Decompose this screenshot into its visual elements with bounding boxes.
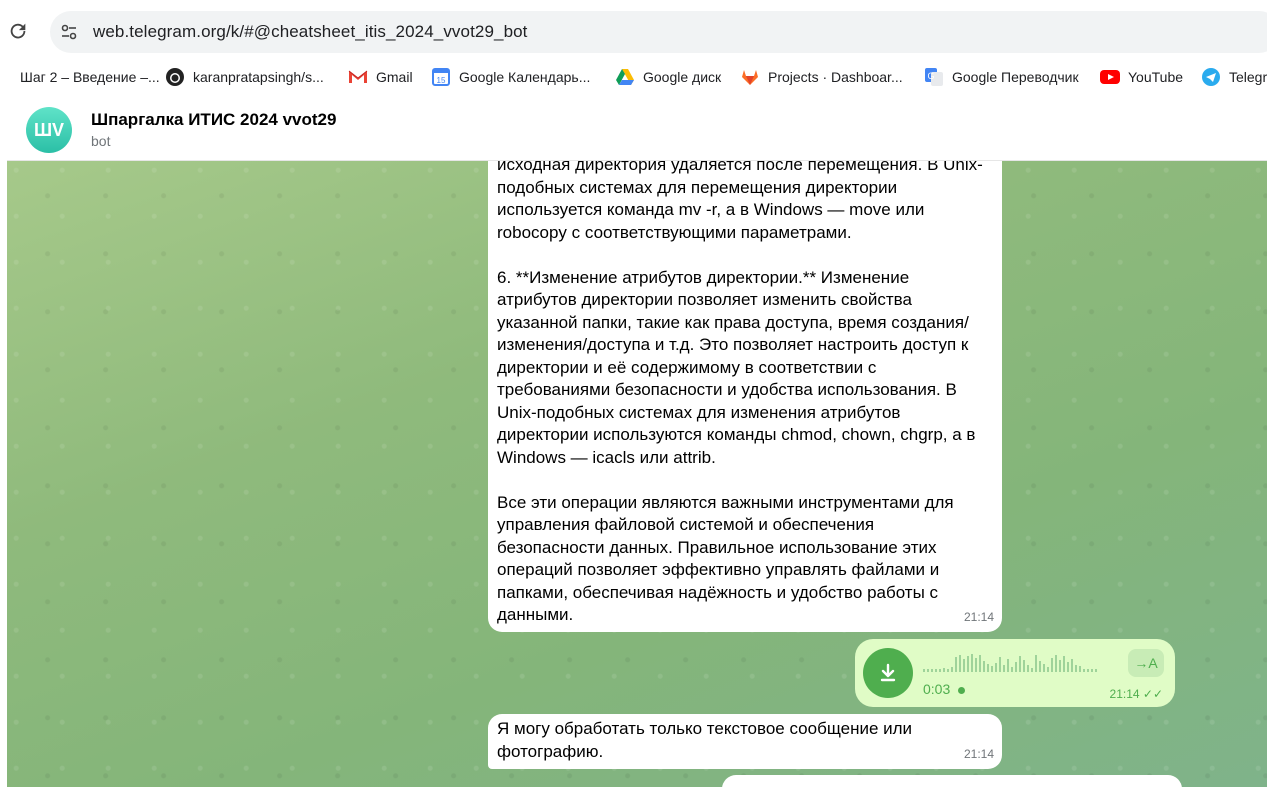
bookmark-github[interactable]: karanpratapsingh/s...	[165, 62, 324, 92]
bookmarks-bar: Шаг 2 – Введение –... karanpratapsingh/s…	[0, 62, 1267, 98]
avatar[interactable]: ШV	[26, 107, 72, 153]
message-time: 21:14	[963, 609, 994, 624]
outgoing-message-partial[interactable]	[722, 775, 1182, 787]
voice-duration: 0:03	[923, 681, 951, 697]
transcribe-button[interactable]: →A	[1128, 649, 1164, 677]
double-check-icon: ✓✓	[1142, 687, 1163, 701]
bookmark-label: karanpratapsingh/s...	[193, 69, 324, 85]
incoming-message[interactable]: исходная директория удаляется после пере…	[488, 161, 1002, 632]
bookmark-youtube[interactable]: YouTube	[1100, 62, 1183, 92]
translate-icon: G	[924, 67, 944, 87]
unlistened-dot	[958, 687, 965, 694]
gmail-icon	[348, 67, 368, 87]
bookmark-label: Шаг 2 – Введение –...	[20, 69, 160, 85]
reload-icon[interactable]	[6, 20, 30, 44]
svg-text:15: 15	[437, 76, 446, 85]
address-bar[interactable]: web.telegram.org/k/#@cheatsheet_itis_202…	[50, 11, 1267, 53]
message-text: Я могу обработать только текстовое сообщ…	[497, 719, 913, 761]
bookmark-shag2[interactable]: Шаг 2 – Введение –...	[0, 62, 160, 92]
bookmark-label: YouTube	[1128, 69, 1184, 85]
chat-subtitle: bot	[91, 133, 111, 149]
chat-header[interactable]: ШV Шпаргалка ИТИС 2024 vvot29 bot	[7, 100, 1267, 161]
bookmark-label: Google диск	[643, 69, 722, 85]
bookmark-label: Google Календарь...	[459, 69, 591, 85]
gitlab-icon	[740, 67, 760, 87]
tune-icon[interactable]	[59, 22, 79, 42]
calendar-icon: 15	[431, 67, 451, 87]
bookmark-telegram[interactable]: Telegra	[1201, 62, 1267, 92]
chat-title: Шпаргалка ИТИС 2024 vvot29	[91, 110, 337, 129]
message-text: исходная директория удаляется после пере…	[497, 161, 983, 624]
bookmark-label: Google Переводчик	[952, 69, 1079, 85]
bookmark-label: Gmail	[376, 69, 413, 85]
bookmark-drive[interactable]: Google диск	[615, 62, 721, 92]
svg-text:G: G	[927, 71, 934, 81]
download-icon[interactable]	[863, 648, 913, 698]
message-time: 21:14	[963, 746, 994, 761]
bookmark-gmail[interactable]: Gmail	[348, 62, 413, 92]
incoming-message[interactable]: Я могу обработать только текстовое сообщ…	[488, 714, 1002, 769]
bookmark-calendar[interactable]: 15 Google Календарь...	[431, 62, 590, 92]
message-time: 21:14 ✓✓	[1109, 687, 1163, 701]
page-icon	[0, 67, 12, 87]
drive-icon	[615, 67, 635, 87]
outgoing-voice-message[interactable]: 0:03 →A 21:14 ✓✓	[855, 639, 1175, 707]
browser-toolbar: web.telegram.org/k/#@cheatsheet_itis_202…	[0, 0, 1267, 62]
voice-waveform[interactable]	[923, 653, 1123, 675]
youtube-icon	[1100, 67, 1120, 87]
github-icon	[165, 67, 185, 87]
telegram-icon	[1201, 67, 1221, 87]
bookmark-label: Projects · Dashboar...	[768, 69, 903, 85]
bookmark-label: Telegra	[1229, 69, 1267, 85]
url-text[interactable]: web.telegram.org/k/#@cheatsheet_itis_202…	[93, 22, 528, 42]
bookmark-translate[interactable]: G Google Переводчик	[924, 62, 1079, 92]
bookmark-gitlab[interactable]: Projects · Dashboar...	[740, 62, 903, 92]
chat-messages-area[interactable]: исходная директория удаляется после пере…	[7, 161, 1267, 787]
